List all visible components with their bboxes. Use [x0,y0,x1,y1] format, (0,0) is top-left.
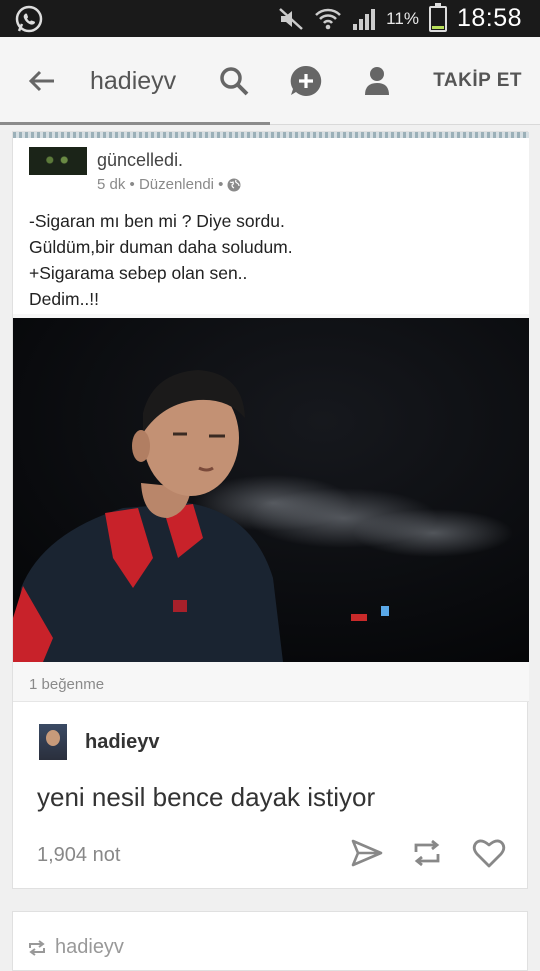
text-line: -Sigaran mı ben mi ? Diye sordu. [29,211,285,231]
blog-title: hadieyv [90,67,177,95]
facebook-action: güncelledi. [97,150,184,170]
battery-level [431,26,444,29]
facebook-likes: 1 beğenme [29,676,105,693]
back-arrow-icon[interactable] [26,65,58,97]
status-bar: 11% 18:58 [0,0,540,37]
reblog-header[interactable]: hadieyv [27,936,124,959]
search-icon[interactable] [216,63,252,99]
text-line: Dedim..!! [29,289,100,309]
reblogger-name[interactable]: hadieyv [85,731,159,754]
avatar[interactable] [39,724,67,760]
reblogger-name[interactable]: hadieyv [55,936,124,959]
facebook-avatar [29,147,87,175]
like-icon[interactable] [471,835,507,871]
reblog-header[interactable]: hadieyv [39,724,159,760]
mute-icon [279,7,304,30]
next-post-card: hadieyv [12,911,528,971]
wifi-icon [315,8,342,29]
compose-icon[interactable] [288,63,324,99]
globe-icon [227,178,241,191]
profile-icon[interactable] [359,63,395,99]
reblog-icon[interactable] [409,835,445,871]
text-line: +Sigarama sebep olan sen.. [29,263,248,283]
share-icon[interactable] [349,835,385,871]
battery-icon [428,2,447,32]
status-icons: 11% 18:58 [278,0,522,37]
facebook-meta: 5 dk • Düzenlendi • [97,176,241,193]
battery-percent: 11% [386,8,419,28]
post-card: güncelledi. 5 dk • Düzenlendi • -Sigaran… [12,131,529,889]
whatsapp-icon [15,5,43,33]
facebook-screenshot: güncelledi. 5 dk • Düzenlendi • -Sigaran… [13,132,529,702]
facebook-meta-text: 5 dk • Düzenlendi • [97,176,224,193]
facebook-post-header: güncelledi. 5 dk • Düzenlendi • -Sigaran… [13,138,529,314]
text-line: Güldüm,bir duman daha soludum. [29,237,293,257]
notes-count[interactable]: 1,904 not [37,844,120,867]
app-header: hadieyv TAKİP ET [0,37,540,125]
follow-button[interactable]: TAKİP ET [433,70,522,92]
clock: 18:58 [456,4,522,32]
reblog-comment: yeni nesil bence dayak istiyor [37,782,376,812]
signal-icon [353,8,376,30]
load-progress [0,122,270,125]
post-photo [13,318,529,662]
facebook-post-text: -Sigaran mı ben mi ? Diye sordu. Güldüm,… [29,208,509,312]
reblog-icon [29,939,45,956]
